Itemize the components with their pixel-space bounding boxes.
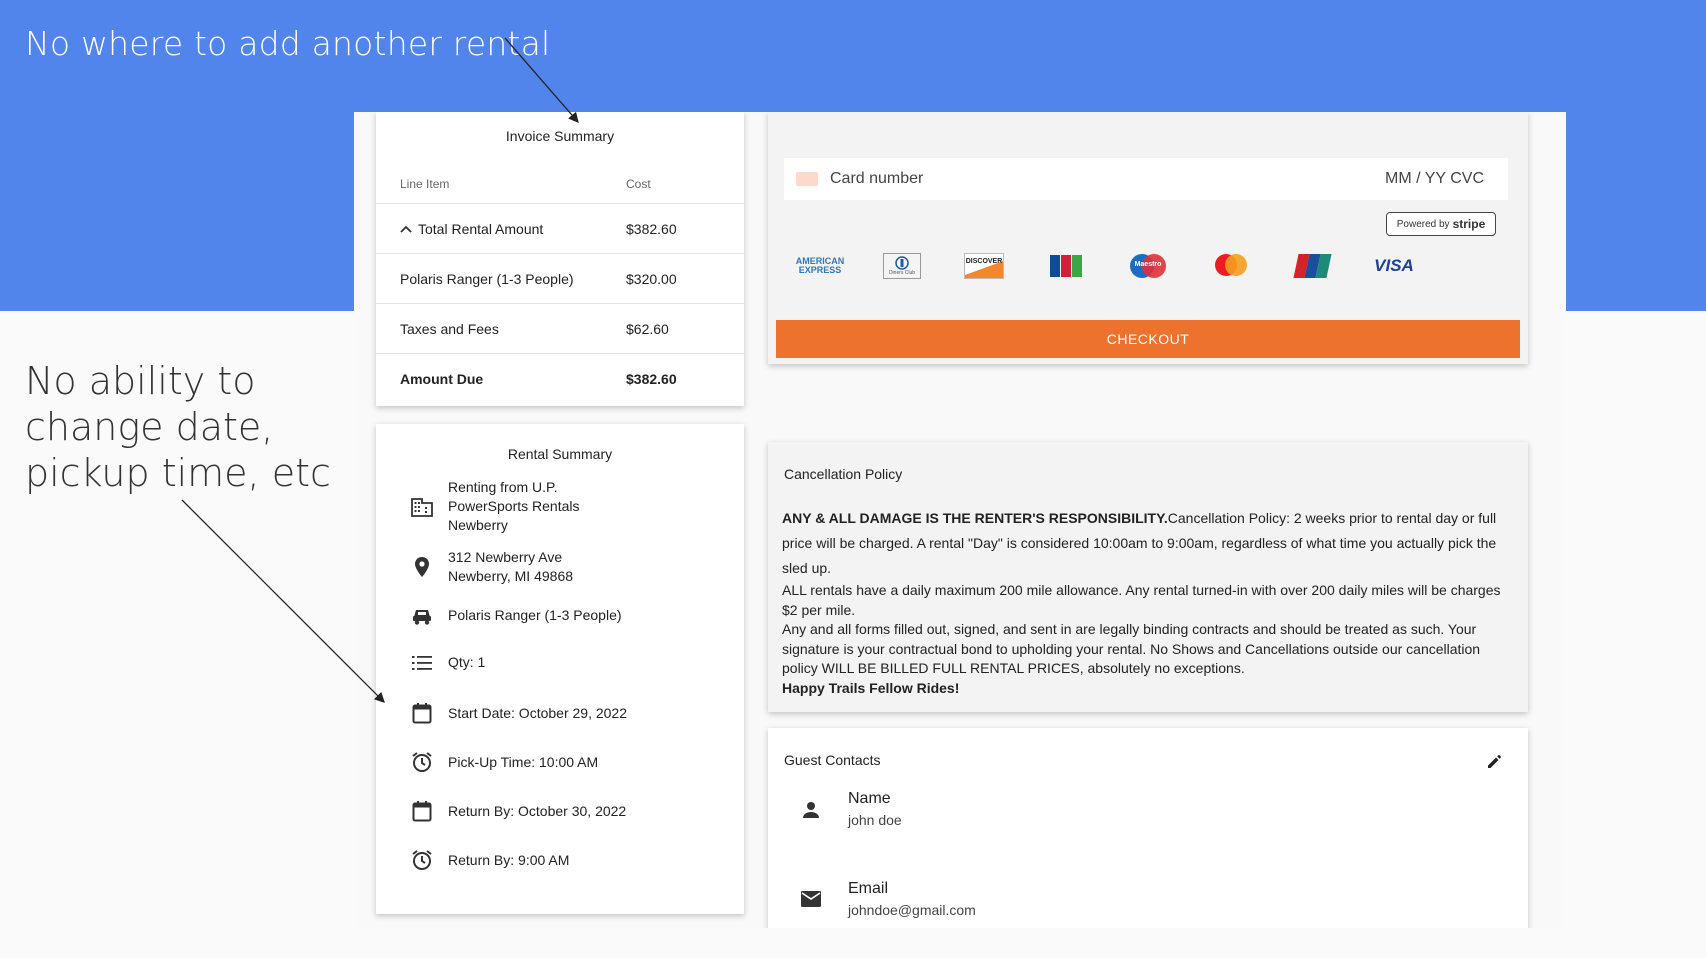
stripe-logo-text: stripe <box>1452 217 1486 231</box>
mail-icon <box>798 890 824 908</box>
checkout-screenshot: Invoice Summary Line Item Cost Total Ren… <box>354 112 1566 928</box>
vehicle-icon <box>408 604 436 626</box>
checkout-button[interactable]: CHECKOUT <box>776 320 1520 358</box>
calendar-icon <box>408 702 436 724</box>
calendar-icon <box>408 800 436 822</box>
invoice-summary-card: Invoice Summary Line Item Cost Total Ren… <box>376 112 744 406</box>
powered-by-text: Powered by <box>1396 218 1450 230</box>
name-label: Name <box>848 790 891 807</box>
start-date-text: Start Date: October 29, 2022 <box>448 704 627 721</box>
email-label: Email <box>848 880 889 897</box>
invoice-line-row: Polaris Ranger (1-3 People) $320.00 <box>376 254 744 304</box>
rental-summary-card: Rental Summary Renting from U.P. PowerSp… <box>376 424 744 914</box>
line-item-label: Polaris Ranger (1-3 People) <box>400 270 574 287</box>
card-number-field[interactable]: Card number MM / YY CVC <box>784 158 1508 200</box>
closing-text: Happy Trails Fellow Rides! <box>782 679 960 696</box>
rental-return-date-row: Return By: October 30, 2022 <box>408 800 626 822</box>
guest-contacts-card: Guest Contacts Name john doe Email johnd… <box>768 728 1528 928</box>
list-icon <box>408 654 436 672</box>
email-value: johndoe@gmail.com <box>848 902 976 918</box>
cancellation-body: ANY & ALL DAMAGE IS THE RENTER'S RESPONS… <box>782 506 1512 698</box>
invoice-title: Invoice Summary <box>505 128 615 144</box>
address-line-2: Newberry, MI 49868 <box>448 568 574 584</box>
card-number-placeholder: Card number <box>830 170 924 187</box>
line-item-label: Taxes and Fees <box>400 320 499 337</box>
diners-club-text: Diners Club <box>888 270 916 276</box>
line-item-cost: $320.00 <box>626 270 677 287</box>
amount-due-row: Amount Due $382.60 <box>376 354 744 404</box>
alarm-clock-icon <box>408 751 436 773</box>
discover-text: DISCOVER <box>964 253 1004 279</box>
return-date-text: Return By: October 30, 2022 <box>448 802 627 819</box>
guest-email-row: Email johndoe@gmail.com <box>798 880 976 918</box>
rental-summary-title: Rental Summary <box>507 446 613 462</box>
person-icon <box>798 800 824 820</box>
invoice-header-row: Line Item Cost <box>376 164 744 204</box>
cancellation-policy-card: Cancellation Policy ANY & ALL DAMAGE IS … <box>768 442 1528 712</box>
mileage-policy-text: ALL rentals have a daily maximum 200 mil… <box>782 582 1501 618</box>
visa-logo-icon: VISA <box>1374 256 1414 275</box>
chevron-up-icon[interactable] <box>400 222 414 236</box>
cancellation-title: Cancellation Policy <box>784 466 903 482</box>
unionpay-logo-icon <box>1284 252 1340 280</box>
card-brand-logos: AMERICAN EXPRESS Diners Club DISCOVER Ma… <box>792 252 1422 280</box>
cost-header: Cost <box>626 176 651 191</box>
damage-notice: ANY & ALL DAMAGE IS THE RENTER'S RESPONS… <box>782 510 1168 526</box>
alarm-clock-icon <box>408 849 436 871</box>
pickup-time-text: Pick-Up Time: 10:00 AM <box>448 753 599 770</box>
amex-logo-icon: AMERICAN EXPRESS <box>795 256 845 275</box>
powered-by-stripe-badge[interactable]: Powered by stripe <box>1386 212 1496 236</box>
renting-from-text: Renting from U.P. PowerSports Rentals Ne… <box>448 479 580 533</box>
amount-due-label: Amount Due <box>400 371 484 387</box>
rental-location-row: Renting from U.P. PowerSports Rentals Ne… <box>408 478 608 535</box>
payment-card: Card number MM / YY CVC Powered by strip… <box>768 112 1528 364</box>
mastercard-logo-icon <box>1202 252 1258 280</box>
annotation-no-change-date: No ability to change date, pickup time, … <box>25 359 331 495</box>
invoice-line-row: Taxes and Fees $62.60 <box>376 304 744 354</box>
line-item-cost: $62.60 <box>626 320 669 337</box>
annotation-no-add-rental: No where to add another rental <box>25 24 551 63</box>
building-icon <box>408 497 436 517</box>
return-time-text: Return By: 9:00 AM <box>448 851 570 868</box>
amount-due-value: $382.60 <box>626 371 677 387</box>
discover-logo-icon: DISCOVER <box>956 252 1012 280</box>
rental-return-time-row: Return By: 9:00 AM <box>408 849 569 871</box>
vehicle-text: Polaris Ranger (1-3 People) <box>448 606 622 623</box>
expiry-cvc-placeholder: MM / YY CVC <box>1385 170 1484 187</box>
address-line-1: 312 Newberry Ave <box>448 549 563 565</box>
rental-vehicle-row: Polaris Ranger (1-3 People) <box>408 604 622 626</box>
maestro-logo-icon: Maestro <box>1120 252 1176 280</box>
total-rental-row[interactable]: Total Rental Amount $382.60 <box>376 204 744 254</box>
binding-contract-text: Any and all forms filled out, signed, an… <box>782 621 1481 676</box>
rental-pickup-time-row: Pick-Up Time: 10:00 AM <box>408 751 598 773</box>
total-rental-label: Total Rental Amount <box>418 220 544 237</box>
credit-card-icon <box>796 172 818 186</box>
location-pin-icon <box>408 556 436 578</box>
edit-pencil-icon[interactable] <box>1486 752 1504 775</box>
cancellation-para-1: ANY & ALL DAMAGE IS THE RENTER'S RESPONS… <box>782 506 1512 581</box>
line-item-header: Line Item <box>400 176 450 191</box>
jcb-logo-icon <box>1038 252 1094 280</box>
diners-club-logo-icon: Diners Club <box>874 252 930 280</box>
maestro-text: Maestro <box>1134 261 1162 268</box>
guest-name-row: Name john doe <box>798 790 902 828</box>
rental-start-date-row: Start Date: October 29, 2022 <box>408 702 627 724</box>
name-value: john doe <box>848 812 902 828</box>
rental-address-row: 312 Newberry Ave Newberry, MI 49868 <box>408 548 573 586</box>
qty-text: Qty: 1 <box>448 654 486 670</box>
guest-contacts-title: Guest Contacts <box>784 752 881 768</box>
total-rental-cost: $382.60 <box>626 220 677 237</box>
rental-qty-row: Qty: 1 <box>408 653 485 672</box>
